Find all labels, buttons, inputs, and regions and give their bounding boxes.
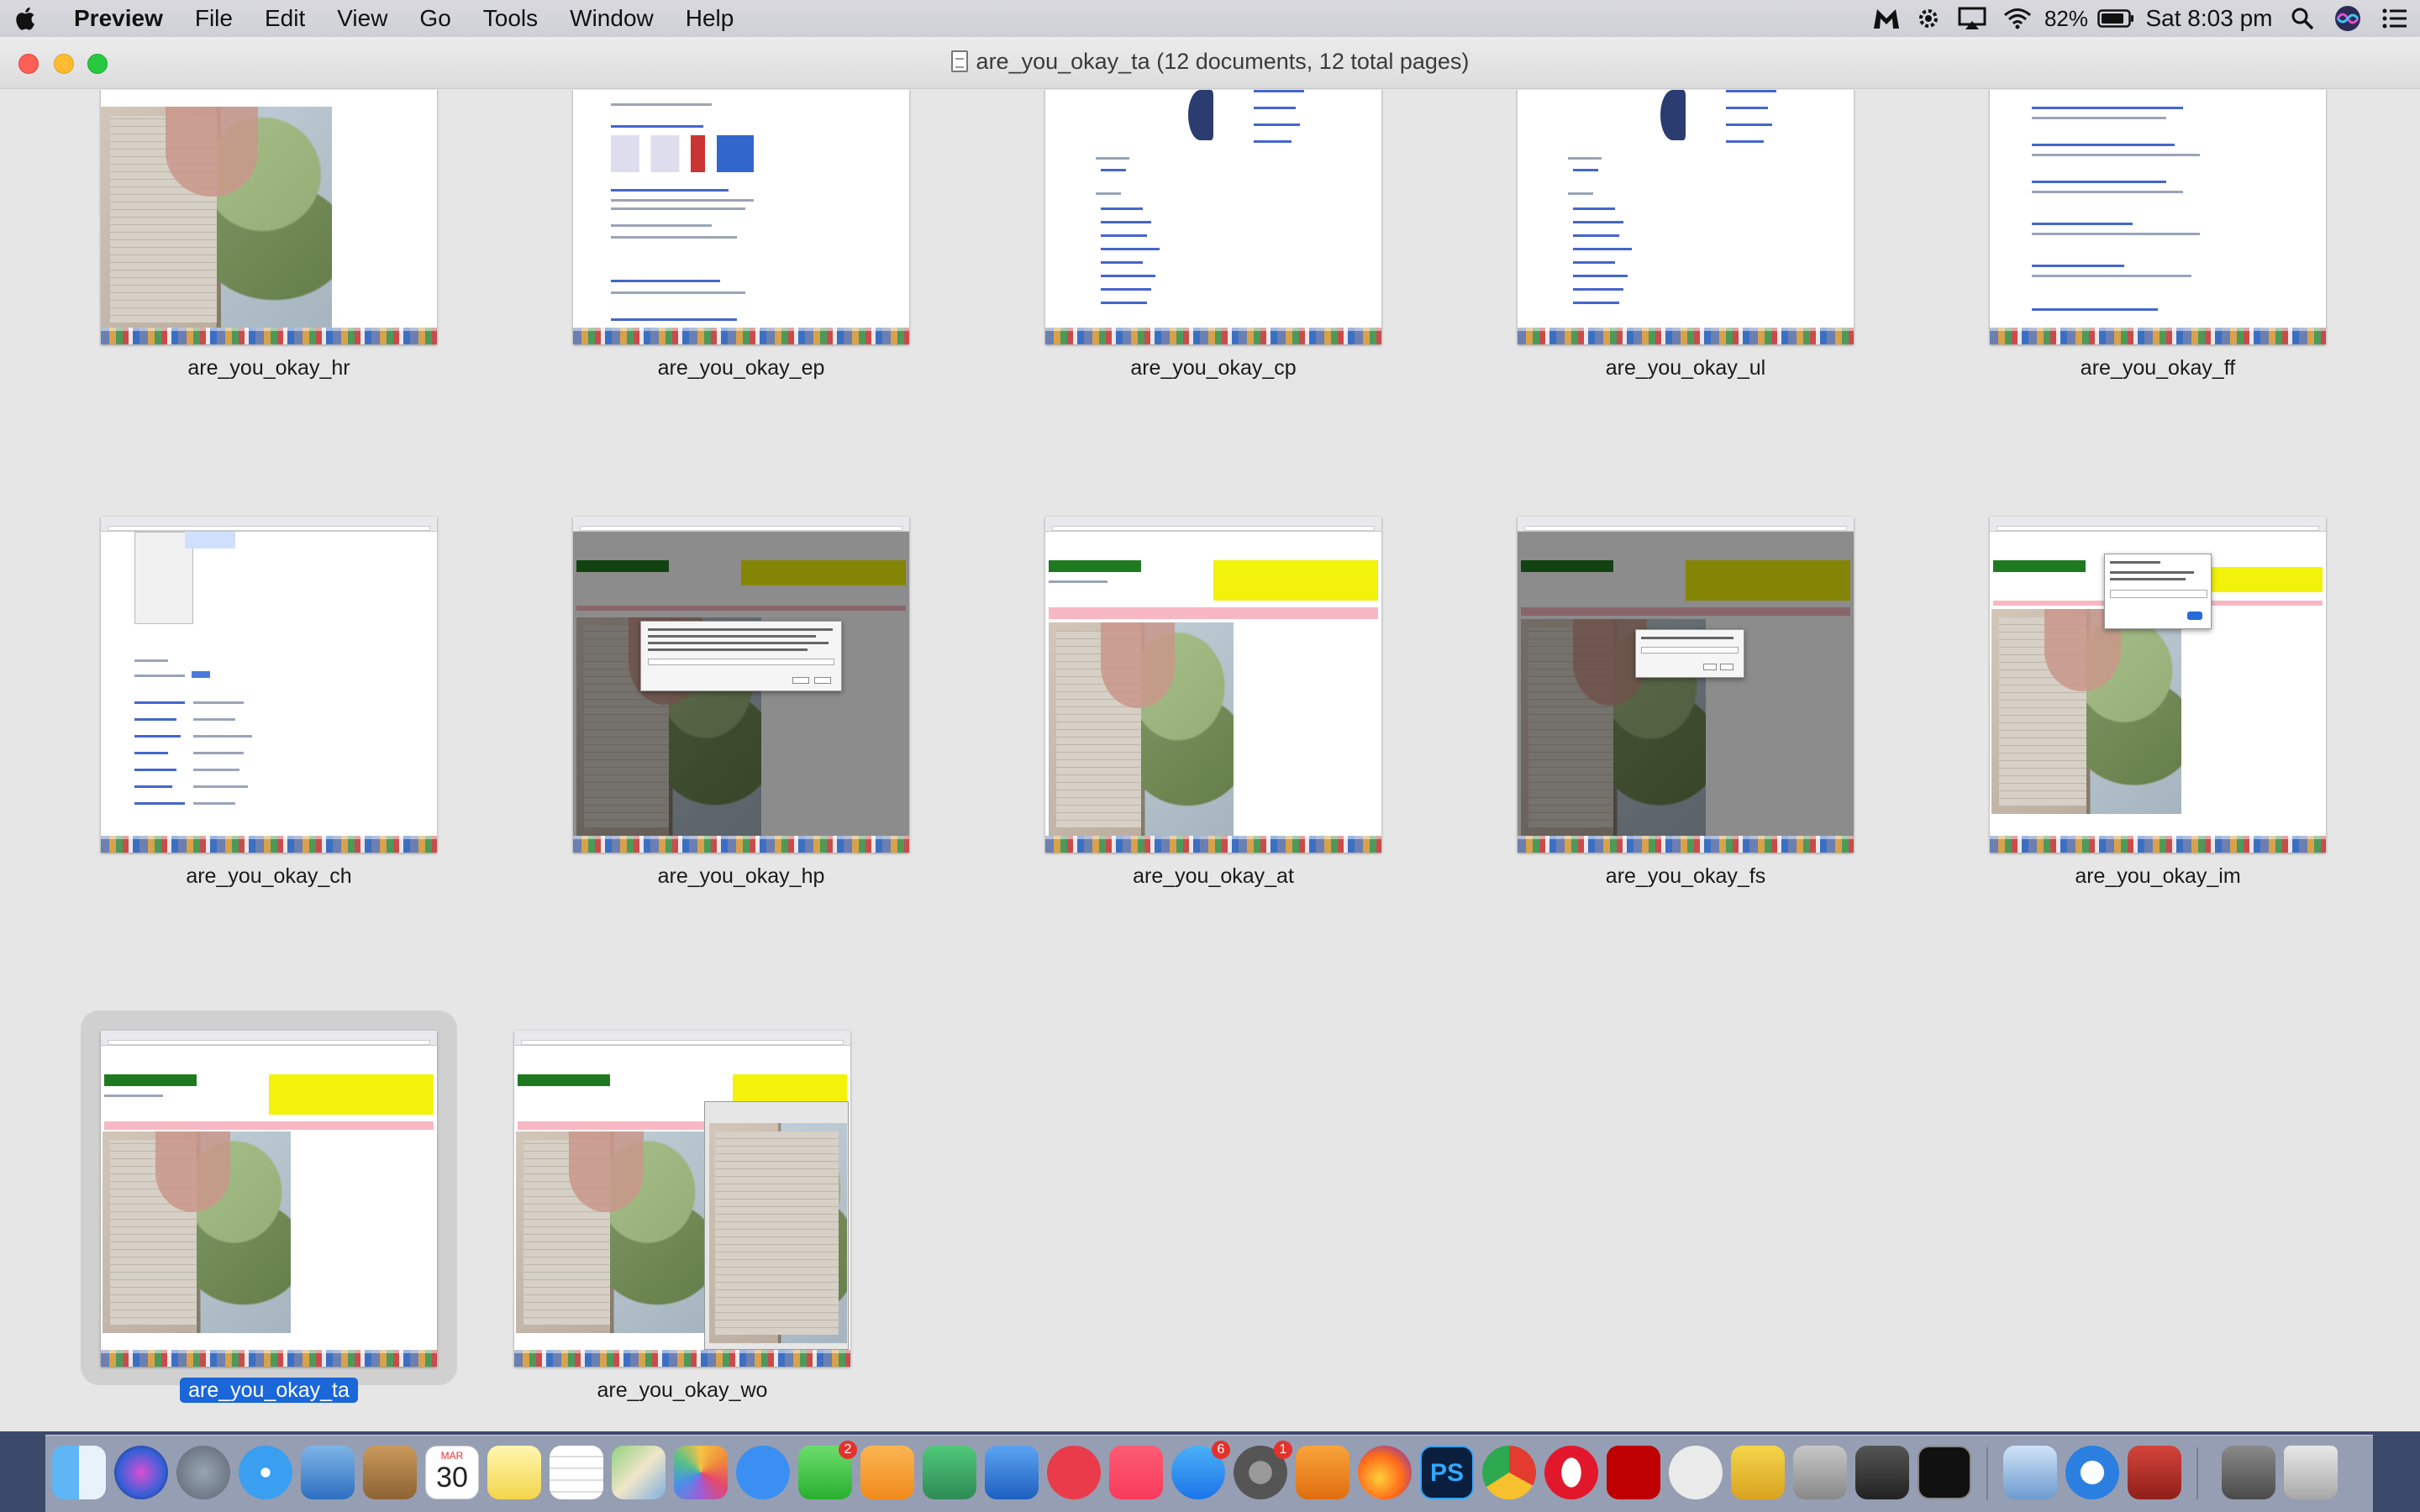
- stickies-icon[interactable]: [487, 1446, 541, 1499]
- clock[interactable]: Sat 8:03 pm: [2139, 0, 2279, 37]
- thumbnail-image: [1990, 90, 2326, 344]
- window-title-area: are_you_okay_ta (12 documents, 12 total …: [0, 49, 2420, 75]
- audacity-icon[interactable]: [1296, 1446, 1349, 1499]
- document-name: are_you_okay_hp: [657, 864, 825, 888]
- filezilla-icon[interactable]: [1607, 1446, 1660, 1499]
- numbers-icon[interactable]: [923, 1446, 976, 1499]
- firefox-icon[interactable]: [1358, 1446, 1412, 1499]
- siri-icon[interactable]: [114, 1446, 168, 1499]
- window-title: are_you_okay_ta (12 documents, 12 total …: [976, 49, 1470, 74]
- document-name: are_you_okay_ul: [1605, 356, 1766, 380]
- facetime-icon[interactable]: 2: [798, 1441, 857, 1499]
- maps-icon[interactable]: [612, 1446, 666, 1499]
- app-store-icon[interactable]: 6: [1171, 1441, 1230, 1499]
- terminal-icon[interactable]: [1918, 1446, 1971, 1499]
- menu-go[interactable]: Go: [403, 0, 466, 37]
- thumbnail-image: [101, 90, 437, 344]
- document-name: are_you_okay_fs: [1605, 864, 1766, 888]
- document-name: are_you_okay_ta: [59, 1378, 479, 1403]
- thumbnail-image: [1518, 90, 1854, 344]
- preview-window: are_you_okay_ta (12 documents, 12 total …: [0, 37, 2420, 1431]
- gear-status-icon[interactable]: [1907, 0, 1949, 37]
- calendar-day: 30: [436, 1462, 468, 1494]
- notes-icon[interactable]: [363, 1446, 417, 1499]
- dock-separator: [2196, 1447, 2198, 1499]
- thumbnail-image: [1045, 90, 1381, 344]
- wifi-icon[interactable]: [1995, 0, 2040, 37]
- paintbrush-icon[interactable]: [1793, 1446, 1847, 1499]
- document-name: are_you_okay_ff: [2080, 356, 2236, 380]
- downloads-icon[interactable]: [2222, 1446, 2275, 1499]
- document-name: are_you_okay_ch: [186, 864, 352, 888]
- contact-sheet: are_you_okay_hr are_you_okay_ep are_you_…: [0, 90, 2420, 1431]
- status-area: 82% Sat 8:03 pm: [1865, 0, 2420, 37]
- thumbnail-image: [101, 517, 437, 853]
- document-name: are_you_okay_ep: [657, 356, 825, 380]
- launchpad-icon[interactable]: [176, 1446, 230, 1499]
- photoshop-icon[interactable]: PS: [1420, 1446, 1474, 1499]
- mail-icon[interactable]: [301, 1446, 355, 1499]
- thumbnail-image: [573, 90, 909, 344]
- title-bar[interactable]: are_you_okay_ta (12 documents, 12 total …: [0, 37, 2420, 89]
- thumbnail-image: [101, 1031, 437, 1367]
- document-name: are_you_okay_hr: [187, 356, 350, 380]
- apple-menu-icon[interactable]: [0, 0, 49, 37]
- music-icon[interactable]: [1109, 1446, 1163, 1499]
- document-name: are_you_okay_cp: [1130, 356, 1297, 380]
- menu-file[interactable]: File: [179, 0, 249, 37]
- system-preferences-badge: 1: [1274, 1441, 1292, 1459]
- keynote-icon[interactable]: [985, 1446, 1039, 1499]
- thumbnail-image: [1518, 517, 1854, 853]
- preview-icon[interactable]: [2003, 1446, 2057, 1499]
- messages-icon[interactable]: [736, 1446, 790, 1499]
- menu-view[interactable]: View: [321, 0, 403, 37]
- calendar-icon[interactable]: MAR 30: [425, 1446, 479, 1499]
- safari-icon[interactable]: [239, 1446, 292, 1499]
- app-store-badge: 6: [1212, 1441, 1230, 1459]
- photobooth-icon[interactable]: [2128, 1446, 2181, 1499]
- finder-icon[interactable]: [52, 1446, 106, 1499]
- thumbnail-image: [514, 1031, 850, 1367]
- document-name: are_you_okay_at: [1133, 864, 1294, 888]
- gimp-icon[interactable]: [1669, 1446, 1723, 1499]
- menu-window[interactable]: Window: [554, 0, 670, 37]
- document-name: are_you_okay_im: [2075, 864, 2241, 888]
- reminders-icon[interactable]: [550, 1446, 603, 1499]
- spotlight-search-icon[interactable]: [2279, 0, 2326, 37]
- photoshop-label: PS: [1429, 1459, 1465, 1487]
- facetime-badge: 2: [839, 1441, 857, 1459]
- chrome-icon[interactable]: [1482, 1446, 1536, 1499]
- dock-separator: [1986, 1447, 1988, 1499]
- document-proxy-icon[interactable]: [950, 50, 968, 72]
- calendar-month: MAR: [440, 1450, 464, 1462]
- menu-help[interactable]: Help: [670, 0, 750, 37]
- photos-icon[interactable]: [674, 1446, 728, 1499]
- dock: MAR 30 2 6 1 PS: [45, 1435, 2373, 1512]
- menu-tools[interactable]: Tools: [467, 0, 554, 37]
- document-name: are_you_okay_wo: [597, 1378, 768, 1402]
- inkscape-icon[interactable]: [1855, 1446, 1909, 1499]
- trash-icon[interactable]: [2284, 1446, 2338, 1499]
- menu-app-name[interactable]: Preview: [49, 0, 179, 37]
- news-icon[interactable]: [1047, 1446, 1101, 1499]
- battery-icon[interactable]: [2092, 0, 2139, 37]
- menu-edit[interactable]: Edit: [249, 0, 321, 37]
- malwarebytes-icon[interactable]: [1865, 0, 1907, 37]
- thumbnail-image: [1990, 517, 2326, 853]
- system-preferences-icon[interactable]: 1: [1234, 1441, 1292, 1499]
- quicktime-icon[interactable]: [2065, 1446, 2119, 1499]
- notification-center-icon[interactable]: [2370, 0, 2420, 37]
- bbedit-icon[interactable]: [1731, 1446, 1785, 1499]
- battery-percent[interactable]: 82%: [2040, 0, 2092, 37]
- menu-bar: Preview File Edit View Go Tools Window H…: [0, 0, 2420, 37]
- airplay-icon[interactable]: [1949, 0, 1995, 37]
- thumbnail-image: [1045, 517, 1381, 853]
- pages-icon[interactable]: [860, 1446, 914, 1499]
- siri-icon[interactable]: [2326, 0, 2370, 37]
- thumbnail-image: [573, 517, 909, 853]
- opera-icon[interactable]: [1544, 1446, 1598, 1499]
